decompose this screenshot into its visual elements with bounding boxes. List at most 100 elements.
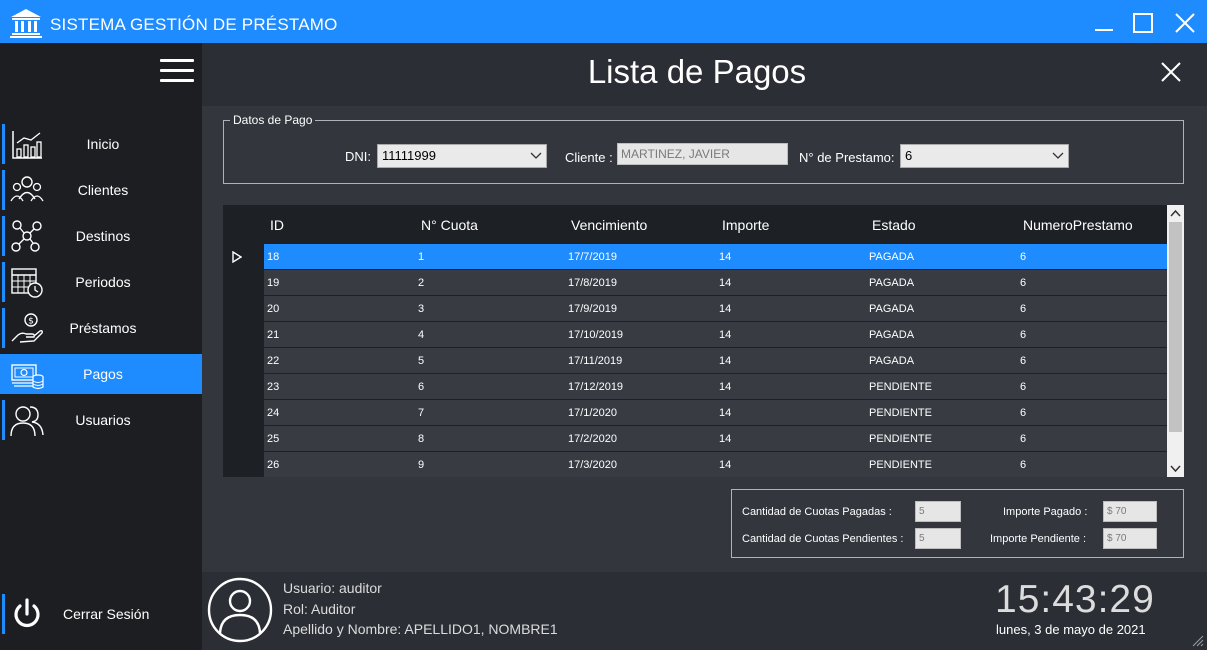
- row-header[interactable]: [223, 270, 264, 296]
- cell-estado: PAGADA: [869, 355, 915, 367]
- pendientes-field[interactable]: 5: [915, 528, 961, 549]
- importe-pendiente-field[interactable]: $ 70: [1103, 528, 1157, 549]
- resize-grip-icon[interactable]: [1190, 633, 1204, 647]
- nav-accent: [2, 124, 5, 164]
- table-row[interactable]: 24 7 17/1/2020 14 PENDIENTE 6: [223, 400, 1167, 426]
- close-form-icon[interactable]: [1160, 61, 1182, 83]
- cell-vencimiento: 17/9/2019: [568, 303, 617, 315]
- cell-importe: 14: [719, 381, 732, 393]
- cliente-field[interactable]: MARTINEZ, JAVIER: [617, 143, 788, 165]
- table-row[interactable]: 19 2 17/8/2019 14 PAGADA 6: [223, 270, 1167, 296]
- table-row[interactable]: 20 3 17/9/2019 14 PAGADA 6: [223, 296, 1167, 322]
- table-row[interactable]: 26 9 17/3/2020 14 PENDIENTE 6: [223, 452, 1167, 477]
- column-header-cuota[interactable]: N° Cuota: [421, 205, 478, 245]
- maximize-icon[interactable]: [1127, 8, 1159, 38]
- sidebar-item-inicio[interactable]: Inicio: [0, 124, 202, 164]
- cell-estado: PAGADA: [869, 277, 915, 289]
- cell-estado: PENDIENTE: [869, 433, 932, 445]
- cell-cuota: 3: [418, 303, 425, 315]
- scroll-up-icon[interactable]: [1167, 205, 1184, 222]
- sidebar-item-label: Periodos: [75, 274, 131, 290]
- table-row[interactable]: 22 5 17/11/2019 14 PAGADA 6: [223, 348, 1167, 374]
- logout-label: Cerrar Sesión: [63, 606, 150, 622]
- cell-id: 25: [267, 433, 280, 445]
- close-icon[interactable]: [1168, 8, 1200, 38]
- cell-estado: PENDIENTE: [869, 381, 932, 393]
- row-header[interactable]: [223, 296, 264, 322]
- cell-numeroprestamo: 6: [1020, 407, 1027, 419]
- sidebar-item-pagos[interactable]: Pagos: [0, 354, 202, 394]
- row-header[interactable]: [223, 374, 264, 400]
- cell-vencimiento: 17/1/2020: [568, 407, 617, 419]
- logout-button[interactable]: Cerrar Sesión: [0, 594, 202, 634]
- cell-importe: 14: [719, 407, 732, 419]
- cell-cuota: 2: [418, 277, 425, 289]
- cell-cuota: 9: [418, 459, 425, 471]
- row-header[interactable]: [223, 348, 264, 374]
- cell-estado: PAGADA: [869, 251, 915, 263]
- cell-numeroprestamo: 6: [1020, 251, 1027, 263]
- column-header-id[interactable]: ID: [270, 205, 284, 245]
- hand-money-icon: $: [11, 313, 43, 343]
- row-header[interactable]: [223, 426, 264, 452]
- row-cells: 18 1 17/7/2019 14 PAGADA 6: [264, 244, 1167, 270]
- user-fullname: Apellido y Nombre: APELLIDO1, NOMBRE1: [283, 621, 558, 637]
- nav-accent: [2, 216, 5, 256]
- dni-value: 11111999: [382, 148, 436, 163]
- importe-pagado-label: Importe Pagado :: [1003, 506, 1088, 518]
- column-header-estado[interactable]: Estado: [872, 205, 916, 245]
- row-cells: 24 7 17/1/2020 14 PENDIENTE 6: [264, 400, 1167, 426]
- power-icon: [14, 598, 40, 628]
- hamburger-menu-icon[interactable]: [160, 59, 194, 83]
- row-header[interactable]: [223, 400, 264, 426]
- prestamo-select[interactable]: 6: [900, 144, 1069, 168]
- cell-importe: 14: [719, 433, 732, 445]
- calendar-clock-icon: [11, 268, 43, 298]
- user-avatar-icon: [207, 577, 273, 643]
- row-header[interactable]: [223, 322, 264, 348]
- group-title: Datos de Pago: [230, 113, 316, 127]
- users-icon: [10, 406, 44, 437]
- pendientes-label: Cantidad de Cuotas Pendientes :: [742, 533, 904, 545]
- row-header[interactable]: [223, 452, 264, 477]
- cell-numeroprestamo: 6: [1020, 459, 1027, 471]
- scroll-down-icon[interactable]: [1167, 460, 1184, 477]
- sidebar-item-usuarios[interactable]: Usuarios: [0, 400, 202, 440]
- scroll-thumb[interactable]: [1169, 222, 1182, 432]
- vertical-scrollbar[interactable]: [1167, 205, 1184, 477]
- column-header-importe[interactable]: Importe: [722, 205, 769, 245]
- column-header-numeroprestamo[interactable]: NumeroPrestamo: [1023, 205, 1133, 245]
- table-row[interactable]: 23 6 17/12/2019 14 PENDIENTE 6: [223, 374, 1167, 400]
- row-cells: 20 3 17/9/2019 14 PAGADA 6: [264, 296, 1167, 322]
- cell-id: 22: [267, 355, 280, 367]
- cell-vencimiento: 17/10/2019: [568, 329, 624, 341]
- minimize-icon[interactable]: [1088, 8, 1120, 38]
- sidebar-item-clientes[interactable]: Clientes: [0, 170, 202, 210]
- cell-id: 18: [267, 251, 280, 263]
- column-header-vencimiento[interactable]: Vencimiento: [571, 205, 647, 245]
- row-header[interactable]: [223, 244, 264, 270]
- chevron-down-icon: [1052, 152, 1064, 159]
- pagadas-field[interactable]: 5: [915, 501, 961, 522]
- table-row[interactable]: 25 8 17/2/2020 14 PENDIENTE 6: [223, 426, 1167, 452]
- cell-numeroprestamo: 6: [1020, 355, 1027, 367]
- cell-cuota: 6: [418, 381, 425, 393]
- sidebar-item-destinos[interactable]: Destinos: [0, 216, 202, 256]
- grid-header: ID N° Cuota Vencimiento Importe Estado N…: [223, 205, 1167, 244]
- nav-accent: [2, 400, 5, 440]
- importe-pagado-field[interactable]: $ 70: [1103, 501, 1157, 522]
- prestamo-label: N° de Prestamo:: [799, 150, 895, 165]
- cell-cuota: 1: [418, 251, 425, 263]
- cell-vencimiento: 17/11/2019: [568, 355, 623, 367]
- cell-importe: 14: [719, 277, 732, 289]
- cell-estado: PENDIENTE: [869, 407, 932, 419]
- table-row[interactable]: 18 1 17/7/2019 14 PAGADA 6: [223, 244, 1167, 270]
- svg-text:$: $: [28, 317, 34, 327]
- sidebar-item-prestamos[interactable]: $ Préstamos: [0, 308, 202, 348]
- table-row[interactable]: 21 4 17/10/2019 14 PAGADA 6: [223, 322, 1167, 348]
- importe-pendiente-label: Importe Pendiente :: [990, 533, 1087, 545]
- sidebar-item-periodos[interactable]: Periodos: [0, 262, 202, 302]
- row-selector-icon: [232, 251, 242, 263]
- nav-accent: [2, 262, 5, 302]
- dni-select[interactable]: 11111999: [377, 144, 547, 168]
